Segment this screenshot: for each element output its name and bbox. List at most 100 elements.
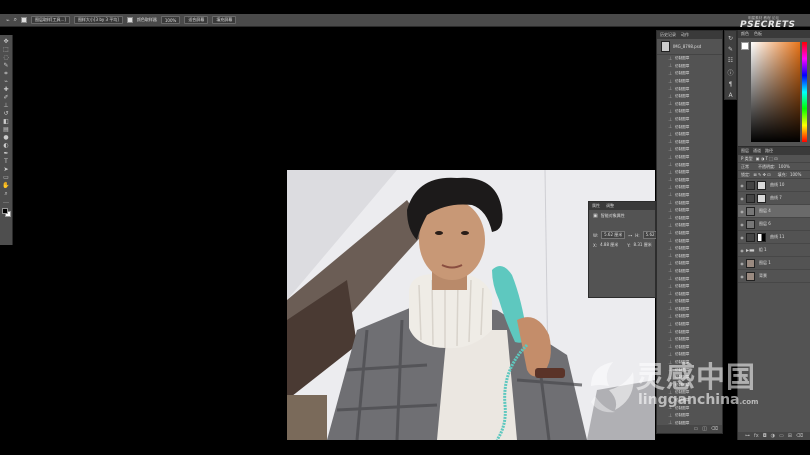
- lasso-icon[interactable]: ◌: [2, 54, 10, 61]
- history-state[interactable]: ⊥仿制图章: [657, 123, 722, 131]
- history-state[interactable]: ⊥仿制图章: [657, 313, 722, 321]
- brush-icon[interactable]: ✐: [2, 94, 10, 101]
- stamp-icon[interactable]: ⊥: [2, 102, 10, 109]
- fx-icon[interactable]: fx: [754, 433, 759, 439]
- tab-adjustments[interactable]: 调整: [606, 203, 614, 209]
- x-field[interactable]: 4.88 厘米: [600, 242, 618, 248]
- layer-row[interactable]: ◉ 图层 1: [738, 257, 810, 270]
- layer-row[interactable]: ◉ 背景: [738, 270, 810, 283]
- foreground-color-swatch[interactable]: [1, 208, 8, 214]
- history-state[interactable]: ⊥仿制图章: [657, 214, 722, 222]
- history-state[interactable]: ⊥仿制图章: [657, 230, 722, 238]
- sample-size-select[interactable]: 图层取样[工具...]: [31, 16, 70, 24]
- hand-icon[interactable]: ✋: [2, 182, 10, 189]
- dodge-icon[interactable]: ◐: [2, 142, 10, 149]
- history-state[interactable]: ⊥仿制图章: [657, 184, 722, 192]
- tab-layers[interactable]: 图层: [741, 148, 749, 154]
- history-state[interactable]: ⊥仿制图章: [657, 328, 722, 336]
- history-state[interactable]: ⊥仿制图章: [657, 116, 722, 124]
- lock-icons[interactable]: ⊠ ✎ ✥ ⊡: [753, 172, 770, 177]
- tab-channels[interactable]: 通道: [753, 148, 761, 154]
- fill-field[interactable]: 100%: [790, 172, 801, 177]
- fill-screen-button[interactable]: 填充屏幕: [212, 16, 237, 24]
- visibility-eye-icon[interactable]: ◉: [740, 183, 744, 188]
- quick-select-icon[interactable]: ✎: [2, 62, 10, 69]
- layer-row[interactable]: ◉ 曲线 11: [738, 231, 810, 244]
- tab-swatches[interactable]: 色板: [754, 31, 762, 37]
- path-select-icon[interactable]: ➤: [2, 166, 10, 173]
- history-brush-icon[interactable]: ↺: [2, 110, 10, 117]
- zoom-icon[interactable]: ⌕: [2, 190, 10, 197]
- history-panel-icon[interactable]: ↻: [728, 35, 733, 42]
- marquee-icon[interactable]: ⬚: [2, 46, 10, 53]
- eyedropper-icon[interactable]: ⌁: [2, 78, 10, 85]
- history-snapshot[interactable]: IMG_8798.psd: [657, 39, 722, 55]
- fit-screen-button[interactable]: 适合屏幕: [184, 16, 209, 24]
- tab-history[interactable]: 历史记录: [660, 32, 676, 38]
- type-icon[interactable]: T: [2, 158, 10, 165]
- paragraph-panel-icon[interactable]: ¶: [729, 81, 733, 88]
- link-layers-icon[interactable]: ⊶: [745, 433, 750, 439]
- visibility-eye-icon[interactable]: ◉: [740, 196, 744, 201]
- layer-filter-select[interactable]: P 类型: [741, 156, 753, 162]
- move-icon[interactable]: ✥: [2, 38, 10, 45]
- pen-icon[interactable]: ✒: [2, 150, 10, 157]
- character-panel-icon[interactable]: A: [728, 92, 732, 99]
- tab-paths[interactable]: 路径: [765, 148, 773, 154]
- more-tools-icon[interactable]: …: [2, 198, 10, 205]
- history-state[interactable]: ⊥仿制图章: [657, 63, 722, 71]
- y-field[interactable]: 8.31 厘米: [634, 242, 652, 248]
- history-state[interactable]: ⊥仿制图章: [657, 192, 722, 200]
- info-panel-icon[interactable]: ⓘ: [727, 68, 733, 77]
- new-snapshot-icon[interactable]: ◫: [702, 426, 707, 432]
- visibility-eye-icon[interactable]: ◉: [740, 261, 744, 266]
- delete-state-icon[interactable]: ⌫: [711, 426, 718, 432]
- zoom-tool-icon[interactable]: ⌕: [14, 16, 17, 24]
- eraser-icon[interactable]: ◧: [2, 118, 10, 125]
- history-state[interactable]: ⊥仿制图章: [657, 344, 722, 352]
- history-state[interactable]: ⊥仿制图章: [657, 146, 722, 154]
- new-group-icon[interactable]: ▭: [779, 433, 784, 439]
- history-state[interactable]: ⊥仿制图章: [657, 177, 722, 185]
- history-state[interactable]: ⊥仿制图章: [657, 169, 722, 177]
- eyedropper-tool-icon[interactable]: ⌁: [6, 17, 10, 24]
- history-state[interactable]: ⊥仿制图章: [657, 321, 722, 329]
- zoom-level[interactable]: 100%: [160, 16, 181, 24]
- width-field[interactable]: 5.62 厘米: [601, 231, 626, 239]
- add-mask-icon[interactable]: ◘: [763, 433, 767, 439]
- history-state[interactable]: ⊥仿制图章: [657, 237, 722, 245]
- layer-row[interactable]: ◉ ▸▬ 组 1: [738, 244, 810, 257]
- history-state[interactable]: ⊥仿制图章: [657, 283, 722, 291]
- color-field[interactable]: [751, 42, 800, 142]
- history-state[interactable]: ⊥仿制图章: [657, 93, 722, 101]
- crop-icon[interactable]: ⌗: [2, 70, 10, 77]
- blur-icon[interactable]: ●: [2, 134, 10, 141]
- show-sampling-ring-checkbox[interactable]: [126, 17, 133, 23]
- new-layer-icon[interactable]: ⊞: [788, 433, 792, 439]
- properties-panel-icon[interactable]: ☷: [728, 57, 733, 64]
- history-state[interactable]: ⊥仿制图章: [657, 245, 722, 253]
- history-state[interactable]: ⊥仿制图章: [657, 154, 722, 162]
- history-state[interactable]: ⊥仿制图章: [657, 268, 722, 276]
- visibility-eye-icon[interactable]: ◉: [740, 222, 744, 227]
- history-state[interactable]: ⊥仿制图章: [657, 78, 722, 86]
- tab-properties[interactable]: 属性: [592, 203, 600, 209]
- layer-row[interactable]: ◉ 图层 4: [738, 205, 810, 218]
- blend-mode-select[interactable]: 正常: [741, 164, 749, 170]
- layer-row[interactable]: ◉ 图层 6: [738, 218, 810, 231]
- history-state[interactable]: ⊥仿制图章: [657, 260, 722, 268]
- layer-row[interactable]: ◉ 曲线 7: [738, 192, 810, 205]
- history-state[interactable]: ⊥仿制图章: [657, 70, 722, 78]
- history-state[interactable]: ⊥仿制图章: [657, 161, 722, 169]
- hue-slider[interactable]: [802, 42, 807, 142]
- link-icon[interactable]: ⊶: [628, 233, 632, 238]
- history-state[interactable]: ⊥仿制图章: [657, 199, 722, 207]
- adjustment-layer-icon[interactable]: ◑: [771, 433, 775, 439]
- gradient-icon[interactable]: ▤: [2, 126, 10, 133]
- visibility-eye-icon[interactable]: ◉: [740, 248, 744, 253]
- visibility-eye-icon[interactable]: ◉: [740, 209, 744, 214]
- brush-panel-icon[interactable]: ✎: [728, 46, 733, 53]
- tab-color[interactable]: 颜色: [741, 31, 749, 37]
- history-state[interactable]: ⊥仿制图章: [657, 207, 722, 215]
- visibility-eye-icon[interactable]: ◉: [740, 274, 744, 279]
